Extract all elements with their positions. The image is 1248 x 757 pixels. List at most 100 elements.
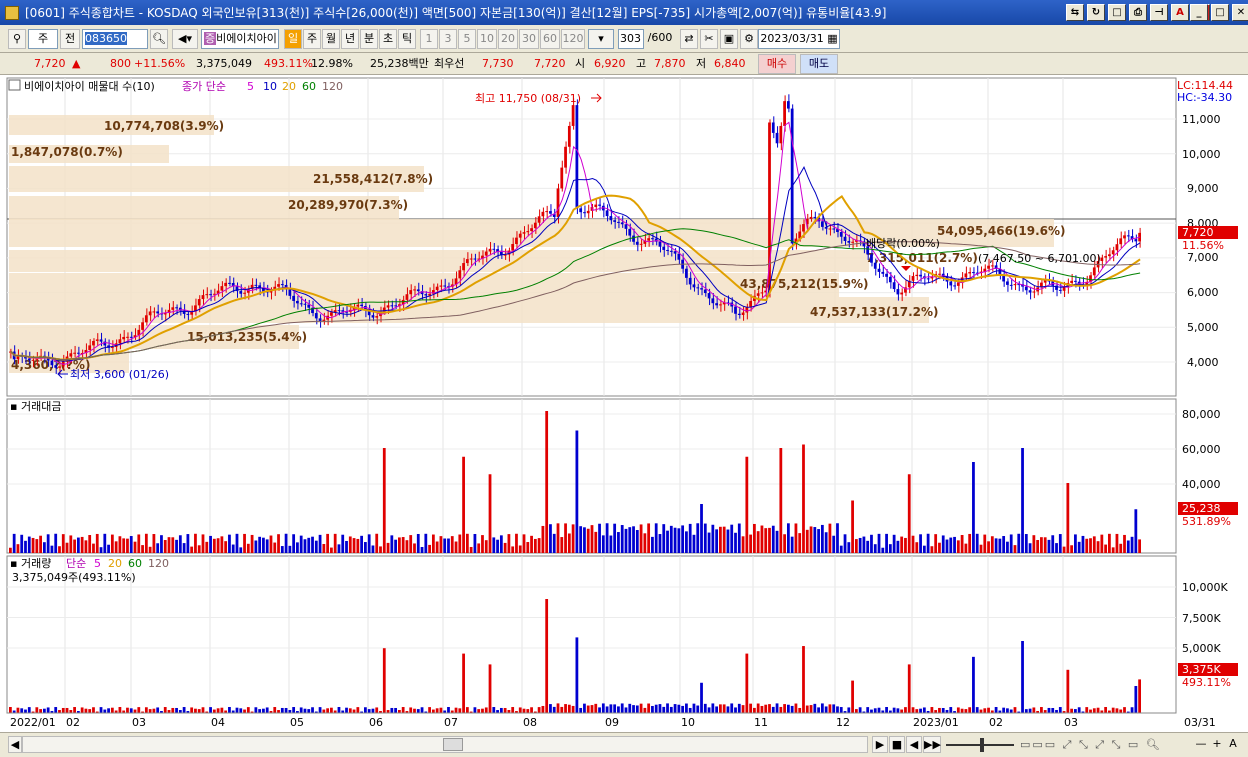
volume-bar: [352, 709, 356, 713]
candle-body: [462, 263, 465, 271]
tab-second[interactable]: 초: [379, 29, 397, 49]
amount-bar: [643, 533, 647, 553]
stock-name-field[interactable]: 증비에이치아이: [201, 29, 279, 49]
volume-bar: [949, 707, 953, 713]
swap-icon[interactable]: ⇄: [680, 29, 698, 49]
candle-body: [771, 122, 775, 133]
amount-bar: [677, 528, 681, 553]
window-icon[interactable]: □: [1108, 4, 1126, 21]
min-1[interactable]: 1: [420, 29, 438, 49]
back-button[interactable]: ◀: [906, 736, 922, 753]
period-select[interactable]: 주: [28, 29, 58, 49]
tab-week[interactable]: 주: [303, 29, 321, 49]
zoom-slider-handle[interactable]: [980, 738, 984, 752]
candle-body: [515, 237, 518, 244]
min-120[interactable]: 120: [561, 29, 585, 49]
close-button[interactable]: ✕: [1232, 4, 1248, 21]
stock-code-input[interactable]: 083650: [82, 29, 148, 49]
volume-bar: [1013, 707, 1017, 713]
fast-forward-button[interactable]: ▶▶: [923, 736, 941, 753]
candle-body: [579, 208, 583, 213]
minimize-button[interactable]: _: [1190, 4, 1208, 21]
calendar-icon[interactable]: ▦: [827, 32, 837, 45]
scissors-icon[interactable]: ✂: [700, 29, 718, 49]
buy-button[interactable]: 매수: [758, 54, 796, 74]
maximize-button[interactable]: □: [1211, 4, 1229, 21]
amount-bar: [749, 534, 753, 553]
amount-bar: [768, 527, 771, 553]
min-60[interactable]: 60: [540, 29, 560, 49]
tab-minute[interactable]: 분: [360, 29, 378, 49]
volume-bar: [239, 708, 243, 713]
count-input[interactable]: 303: [618, 29, 644, 49]
volume-pane[interactable]: [6, 555, 1177, 714]
volume-bar: [828, 704, 832, 713]
amount-bar: [711, 524, 715, 553]
date-input[interactable]: 2023/03/31 ▦: [758, 29, 840, 49]
tab-year[interactable]: 년: [341, 29, 359, 49]
min-5[interactable]: 5: [458, 29, 476, 49]
refresh-icon[interactable]: ↻: [1087, 4, 1105, 21]
volume-bar: [61, 707, 65, 713]
font-icon[interactable]: A: [1171, 4, 1189, 21]
scrollbar-track[interactable]: [22, 736, 868, 753]
code-lookup-icon[interactable]: ⚲: [8, 29, 26, 49]
volume-bar: [820, 703, 824, 713]
volume-bar: [632, 705, 635, 713]
zoom-in-button[interactable]: +: [1210, 736, 1224, 753]
custom-interval[interactable]: ▾: [588, 29, 614, 49]
candle-body: [156, 311, 160, 314]
search-icon[interactable]: 🔍︎: [150, 29, 168, 49]
min-3[interactable]: 3: [439, 29, 457, 49]
quote-bar: 7,720 ▲ 800 +11.56% 3,375,049 493.11% 12…: [0, 53, 1248, 75]
chart-svg[interactable]: 10,774,708(3.9%) 1,847,078(0.7%) 21,558,41…: [0, 75, 1248, 732]
table-icon[interactable]: [8, 79, 21, 91]
volume-bar: [303, 708, 307, 713]
amount-bar: [707, 532, 711, 553]
candle-body: [439, 285, 443, 287]
volume-bar: [152, 708, 156, 713]
zoom-out-button[interactable]: —: [1194, 736, 1208, 753]
speaker-icon[interactable]: ◀▾: [172, 29, 198, 49]
volume-bar: [1047, 707, 1051, 713]
min-30[interactable]: 30: [519, 29, 539, 49]
prev-button[interactable]: 전: [60, 29, 80, 49]
volume-bar: [401, 707, 405, 713]
amount-bar: [934, 534, 938, 553]
tab-tick[interactable]: 틱: [398, 29, 416, 49]
min-20[interactable]: 20: [498, 29, 518, 49]
amount-bar: [80, 536, 84, 553]
volume-bar: [42, 708, 46, 713]
volume-bar: [163, 707, 167, 713]
tab-month[interactable]: 월: [322, 29, 340, 49]
candle-body: [228, 282, 231, 284]
volume-bar: [892, 707, 896, 713]
save-icon[interactable]: ▣: [720, 29, 738, 49]
scrollbar-thumb[interactable]: [443, 738, 463, 751]
stop-button[interactable]: ■: [889, 736, 905, 753]
amount-bar: [545, 411, 549, 553]
candle-body: [749, 301, 753, 308]
candle-body: [662, 246, 666, 250]
tab-day[interactable]: 일: [284, 29, 302, 49]
play-button[interactable]: ▶: [872, 736, 888, 753]
print-icon[interactable]: ⎙: [1129, 4, 1147, 21]
chart-area[interactable]: 10,774,708(3.9%) 1,847,078(0.7%) 21,558,41…: [0, 75, 1248, 757]
amount-bar: [469, 546, 473, 553]
volume-bar: [88, 709, 92, 713]
min-10[interactable]: 10: [477, 29, 497, 49]
gear-icon[interactable]: ⚙: [740, 29, 758, 49]
candle-body: [737, 313, 741, 315]
volume-bar: [783, 704, 786, 713]
scroll-left-icon[interactable]: ◀: [8, 736, 22, 753]
sell-button[interactable]: 매도: [800, 54, 838, 74]
candle-body: [1134, 239, 1138, 242]
volume-bar: [420, 707, 424, 713]
link-icon[interactable]: ⇆: [1066, 4, 1084, 21]
tool-icons-row[interactable]: ▭▭▭ ⤢ ⤡ ⤢ ⤡ ▭ 🔍︎: [1020, 738, 1162, 752]
candle-body: [1119, 238, 1123, 245]
split-icon[interactable]: ⊣: [1150, 4, 1168, 21]
x-tick-label: 2023/01: [913, 716, 959, 729]
auto-scale-button[interactable]: A: [1226, 736, 1240, 753]
candle-body: [688, 277, 692, 285]
